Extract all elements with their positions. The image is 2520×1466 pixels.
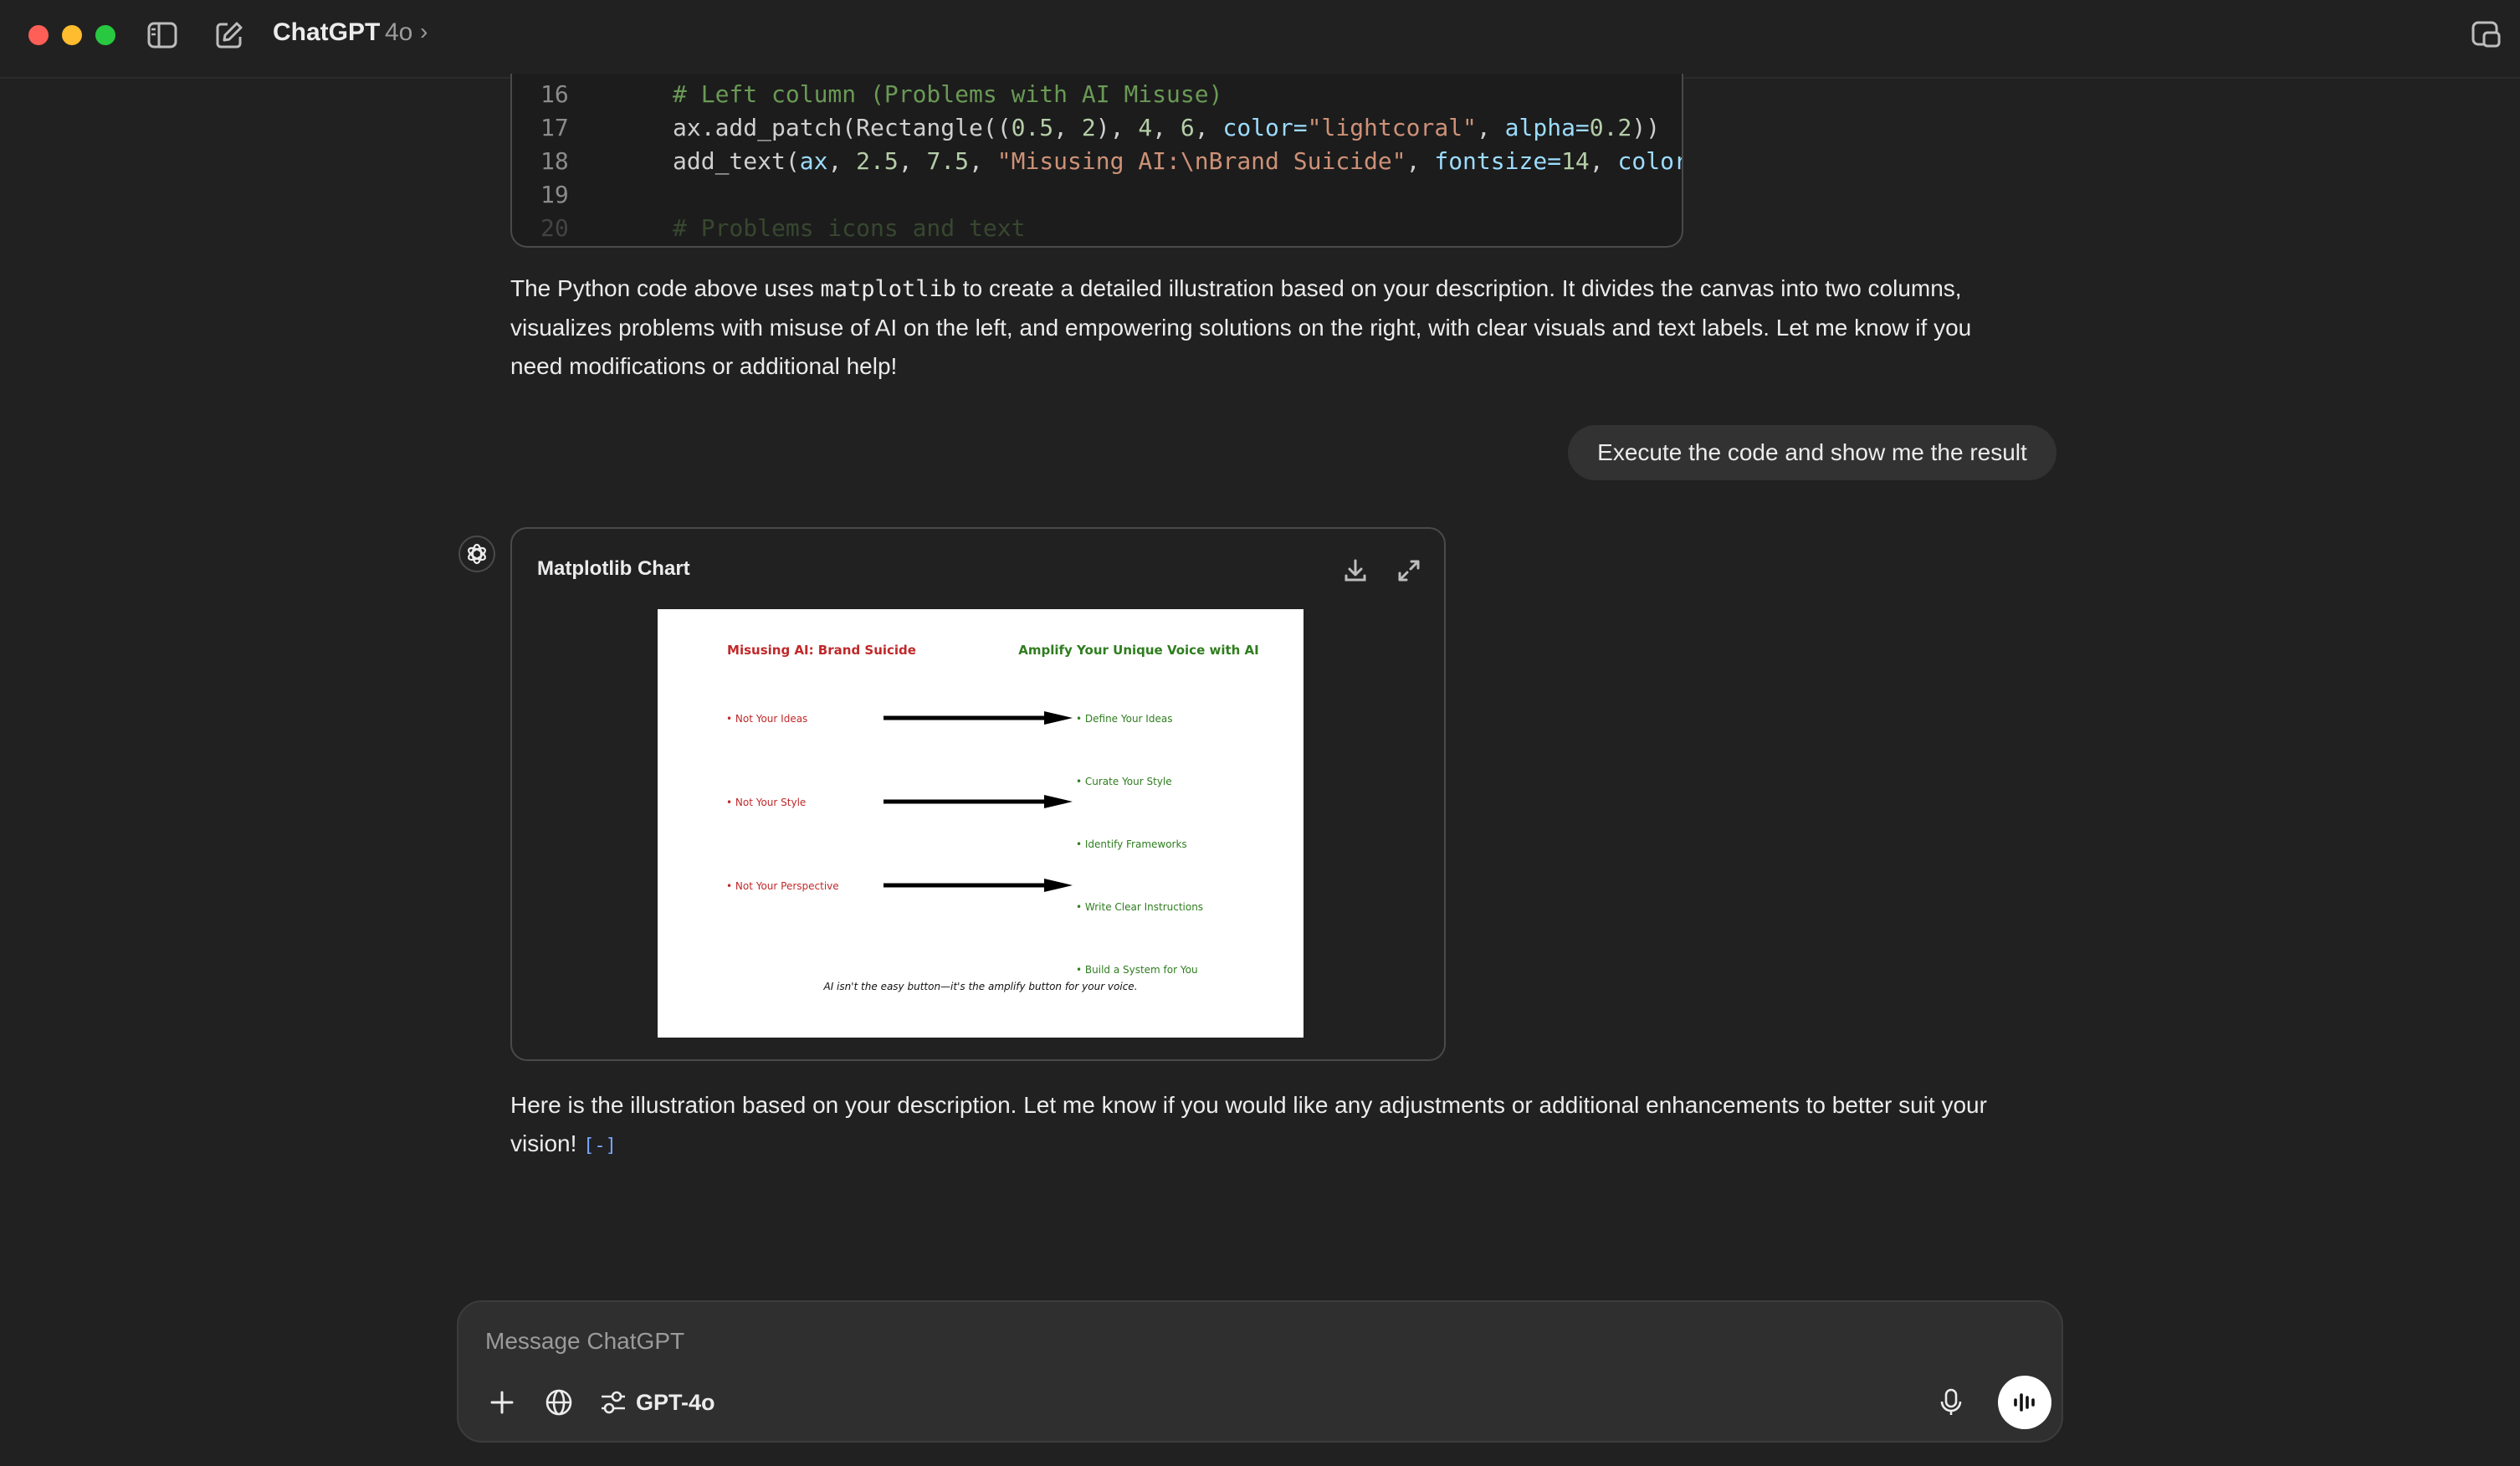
code-token: 4 bbox=[1138, 114, 1153, 141]
left-item: • Not Your Ideas bbox=[726, 713, 807, 725]
chevron-right-icon[interactable]: › bbox=[420, 18, 428, 45]
citation-link[interactable]: [-] bbox=[583, 1135, 617, 1156]
line-number: 19 bbox=[540, 181, 569, 208]
arrow-head bbox=[1044, 711, 1073, 725]
user-message-text: Execute the code and show me the result bbox=[1597, 439, 2027, 465]
sidebar-toggle-icon[interactable] bbox=[144, 17, 181, 54]
code-token: # Left column (Problems with AI Misuse) bbox=[673, 80, 1223, 108]
right-item: • Build a System for You bbox=[1076, 964, 1198, 976]
code-token: 2.5 bbox=[856, 147, 899, 175]
code-text: # Left column (Problems with AI Misuse) bbox=[673, 80, 1222, 108]
code-token: ), bbox=[1095, 114, 1139, 141]
download-icon[interactable] bbox=[1339, 554, 1372, 587]
code-token: , bbox=[898, 147, 927, 175]
zoom-window-button[interactable] bbox=[95, 25, 115, 45]
assistant-message-text: Here is the illustration based on your d… bbox=[510, 1086, 2016, 1166]
left-heading: Misusing AI: Brand Suicide bbox=[727, 643, 916, 658]
code-token: 0.2 bbox=[1589, 114, 1632, 141]
code-token: color= bbox=[1222, 114, 1308, 141]
globe-icon[interactable] bbox=[539, 1382, 579, 1422]
model-label: GPT-4o bbox=[636, 1389, 715, 1415]
message-input[interactable] bbox=[484, 1324, 1909, 1359]
assistant-message-text: The Python code above uses matplotlib to… bbox=[510, 269, 2016, 386]
line-number: 18 bbox=[540, 147, 569, 175]
window-icon[interactable] bbox=[2468, 17, 2505, 54]
code-block: 16 # Left column (Problems with AI Misuse… bbox=[510, 74, 1683, 248]
code-text: ax.add_patch(Rectangle((0.5, 2), 4, 6, c… bbox=[673, 114, 1660, 141]
code-token: , bbox=[969, 147, 997, 175]
code-token: , bbox=[827, 147, 857, 175]
voice-mode-icon[interactable] bbox=[1998, 1376, 2051, 1429]
code-token: fontsize= bbox=[1434, 147, 1562, 175]
code-token: "lightcoral" bbox=[1307, 114, 1477, 141]
code-token: , bbox=[1589, 147, 1618, 175]
assistant-avatar bbox=[458, 536, 495, 572]
code-token: color bbox=[1617, 147, 1683, 175]
title-bar: ChatGPT 4o › bbox=[0, 0, 2520, 79]
right-item: • Identify Frameworks bbox=[1076, 838, 1187, 850]
code-token: , bbox=[1406, 147, 1435, 175]
assistant-text-segment: The Python code above uses bbox=[510, 275, 821, 301]
chart-card-title: Matplotlib Chart bbox=[537, 557, 690, 580]
chart-card: Matplotlib Chart Misusing AI: Brand Suic… bbox=[510, 527, 1446, 1061]
right-heading: Amplify Your Unique Voice with AI bbox=[1018, 643, 1258, 658]
arrow-head bbox=[1044, 795, 1073, 808]
minimize-window-button[interactable] bbox=[62, 25, 82, 45]
arrow-head bbox=[1044, 879, 1073, 892]
tools-icon bbox=[602, 1391, 625, 1414]
code-token: 0.5 bbox=[1011, 114, 1054, 141]
code-token: ax.add_patch(Rectangle(( bbox=[673, 114, 1012, 141]
app-title[interactable]: ChatGPT bbox=[273, 18, 380, 47]
code-text: # Problems icons and text bbox=[673, 214, 1025, 242]
code-token: alpha= bbox=[1504, 114, 1590, 141]
right-item: • Curate Your Style bbox=[1076, 776, 1172, 787]
code-token: "Misusing AI:\nBrand Suicide" bbox=[996, 147, 1406, 175]
left-item: • Not Your Style bbox=[726, 797, 806, 808]
new-chat-icon[interactable] bbox=[211, 17, 248, 54]
code-token: 2 bbox=[1081, 114, 1096, 141]
mic-icon[interactable] bbox=[1931, 1382, 1971, 1422]
code-token: )) bbox=[1631, 114, 1661, 141]
model-badge[interactable]: 4o bbox=[385, 18, 412, 47]
expand-icon[interactable] bbox=[1392, 554, 1426, 587]
code-token: 6 bbox=[1180, 114, 1195, 141]
close-window-button[interactable] bbox=[28, 25, 49, 45]
code-token: ax bbox=[799, 147, 828, 175]
code-token: , bbox=[1152, 114, 1181, 141]
model-selector-button[interactable]: GPT-4o bbox=[599, 1382, 715, 1422]
chart-footer: AI isn't the easy button—it's the amplif… bbox=[822, 981, 1137, 992]
line-number: 16 bbox=[540, 80, 569, 108]
user-message-bubble: Execute the code and show me the result bbox=[1568, 425, 2056, 480]
openai-logo-icon bbox=[468, 543, 486, 565]
message-composer: GPT-4o bbox=[457, 1300, 2063, 1443]
code-text: add_text(ax, 2.5, 7.5, "Misusing AI:\nBr… bbox=[673, 147, 1683, 175]
assistant-text-segment: Here is the illustration based on your d… bbox=[510, 1092, 1987, 1156]
chart-image: Misusing AI: Brand Suicide Amplify Your … bbox=[658, 609, 1304, 1038]
right-item: • Write Clear Instructions bbox=[1076, 901, 1203, 913]
code-token: add_text( bbox=[673, 147, 800, 175]
code-token: 14 bbox=[1561, 147, 1590, 175]
inline-code: matplotlib bbox=[820, 276, 957, 302]
code-token: , bbox=[1476, 114, 1505, 141]
line-number: 17 bbox=[540, 114, 569, 141]
code-token: 7.5 bbox=[926, 147, 970, 175]
code-token: # Problems icons and text bbox=[673, 214, 1026, 242]
right-item: • Define Your Ideas bbox=[1076, 713, 1172, 725]
line-number: 20 bbox=[540, 214, 569, 242]
plus-icon[interactable] bbox=[482, 1382, 522, 1422]
code-token: , bbox=[1194, 114, 1223, 141]
left-item: • Not Your Perspective bbox=[726, 880, 839, 892]
code-token: , bbox=[1053, 114, 1082, 141]
